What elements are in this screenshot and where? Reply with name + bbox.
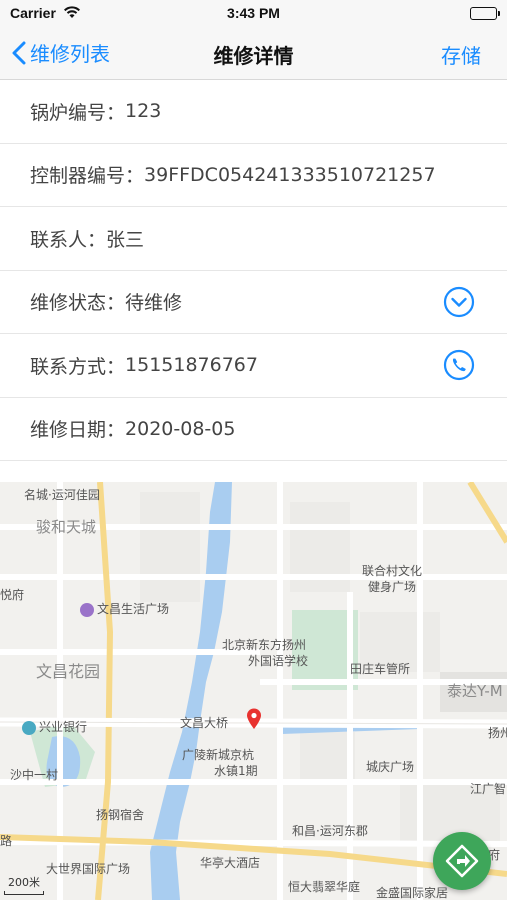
contact-phone-row: 联系方式： 15151876767 <box>0 334 507 398</box>
map-label: 北京新东方扬州 <box>222 638 307 652</box>
contact-phone-value[interactable]: 15151876767 <box>125 354 258 376</box>
map-label: 名城·运河佳园 <box>24 488 100 502</box>
map-label: 健身广场 <box>368 580 417 594</box>
map-label: 兴业银行 <box>22 718 87 735</box>
map-label: 悦府 <box>0 588 25 602</box>
boiler-number-label: 锅炉编号： <box>30 101 126 124</box>
location-pin-icon[interactable] <box>246 708 262 730</box>
chevron-down-circle-icon[interactable] <box>443 286 475 318</box>
navigation-bar: 维修列表 维修详情 存储 <box>0 28 507 80</box>
map-label: 城庆广场 <box>366 760 415 774</box>
boiler-number-value[interactable]: 123 <box>125 100 161 122</box>
map-base <box>0 482 507 900</box>
repair-status-value: 待维修 <box>125 292 183 315</box>
repair-date-value: 2020-08-05 <box>125 417 236 440</box>
controller-number-label: 控制器编号： <box>30 165 145 188</box>
map-label: 骏和天城 <box>36 518 97 536</box>
map-label: 恒大翡翠华庭 <box>288 880 361 894</box>
location-map[interactable]: 名城·运河佳园 骏和天城 联合村文化 健身广场 悦府 文昌生活广场 北京新东方扬… <box>0 482 507 900</box>
map-label: 外国语学校 <box>248 654 309 668</box>
repair-detail-form: 锅炉编号： 123 控制器编号： 39FFDC05424133351072125… <box>0 80 507 461</box>
map-label: 水镇1期 <box>214 764 258 778</box>
map-label: 扬州 <box>488 726 507 740</box>
map-label: 路 <box>0 834 13 848</box>
map-label: 江广智 <box>470 782 507 796</box>
scale-bar <box>4 891 44 895</box>
contact-person-label: 联系人： <box>30 228 107 251</box>
map-label: 田庄车管所 <box>350 662 411 676</box>
contact-person-row: 联系人： 张三 <box>0 207 507 271</box>
map-label-text: 兴业银行 <box>39 720 88 734</box>
map-label: 广陵新城京杭 <box>182 748 255 762</box>
controller-number-value[interactable]: 39FFDC054241333510721257 <box>144 164 436 186</box>
navigation-arrow-icon <box>445 844 479 878</box>
map-label: 文昌花园 <box>36 662 101 681</box>
phone-call-icon[interactable] <box>443 349 475 381</box>
status-bar: Carrier 3:43 PM <box>0 0 507 28</box>
contact-person-value[interactable]: 张三 <box>106 225 144 252</box>
map-label: 泰达Y-M <box>447 682 503 700</box>
map-label-text: 文昌生活广场 <box>97 602 170 616</box>
page-title: 维修详情 <box>213 44 294 68</box>
map-label: 联合村文化 <box>362 564 423 578</box>
repair-status-label: 维修状态： <box>30 292 126 315</box>
map-label: 文昌生活广场 <box>80 600 169 617</box>
save-button[interactable]: 存储 <box>441 40 481 69</box>
shop-icon <box>80 602 94 617</box>
map-label: 和昌·运河东郡 <box>292 824 368 838</box>
boiler-number-row: 锅炉编号： 123 <box>0 80 507 144</box>
map-label: 华亭大酒店 <box>200 856 261 870</box>
controller-number-row: 控制器编号： 39FFDC054241333510721257 <box>0 144 507 207</box>
bank-icon <box>22 720 36 735</box>
repair-status-row[interactable]: 维修状态： 待维修 <box>0 271 507 334</box>
map-label: 大世界国际广场 <box>46 862 131 876</box>
battery-icon <box>470 7 500 20</box>
map-label: 文昌大桥 <box>180 716 229 730</box>
repair-date-label: 维修日期： <box>30 419 126 442</box>
navigate-button[interactable] <box>433 832 491 890</box>
map-scale-label: 200米 <box>8 876 40 889</box>
clock-time: 3:43 PM <box>227 5 280 21</box>
map-label: 沙中一村 <box>10 768 59 782</box>
map-label: 扬钢宿舍 <box>96 808 145 822</box>
contact-phone-label: 联系方式： <box>30 355 126 378</box>
repair-date-row[interactable]: 维修日期： 2020-08-05 <box>0 398 507 461</box>
